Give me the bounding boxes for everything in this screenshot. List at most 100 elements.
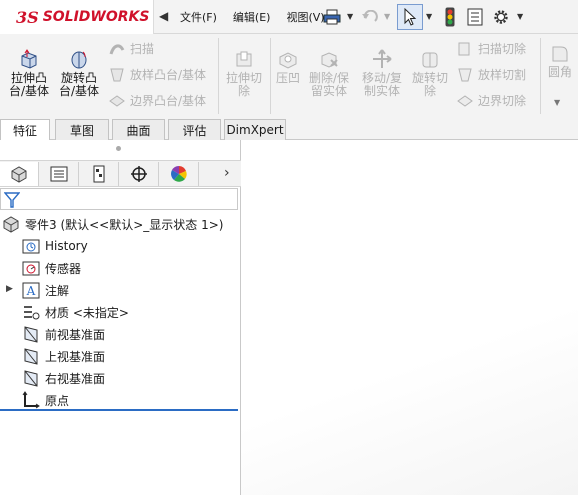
solidworks-logo[interactable]: 3S SOLIDWORKS xyxy=(0,0,154,34)
property-list-icon xyxy=(50,166,68,182)
extruded-cut-label: 拉伸切 除 xyxy=(225,71,262,98)
lofted-cut-button[interactable]: 放样切割 xyxy=(456,66,526,83)
color-wheel-icon xyxy=(171,165,187,182)
swept-cut-label: 扫描切除 xyxy=(478,42,527,56)
graphics-area[interactable] xyxy=(241,140,578,495)
loft-icon xyxy=(110,68,124,81)
select-button[interactable] xyxy=(397,4,423,30)
lofted-boss-label: 放样凸台/基体 xyxy=(130,68,207,82)
boundary-cut-label: 边界切除 xyxy=(478,94,527,108)
tab-property-manager[interactable] xyxy=(40,162,79,186)
crosshair-icon xyxy=(131,166,147,182)
print-button[interactable] xyxy=(321,5,343,29)
tree-item-label: 右视基准面 xyxy=(45,371,106,386)
swept-cut-button[interactable]: 扫描切除 xyxy=(456,40,526,57)
extruded-cut-button[interactable]: 拉伸切 除 xyxy=(222,48,266,98)
move-copy-body-button[interactable]: 移动/复 制实体 xyxy=(356,48,408,98)
swept-boss-label: 扫描 xyxy=(130,42,155,56)
tree-item-front-plane[interactable]: 前视基准面 xyxy=(22,324,105,344)
undo-icon xyxy=(362,10,378,22)
menu-pin-arrow-icon[interactable]: ◀ xyxy=(159,9,168,23)
file-properties-button[interactable] xyxy=(465,5,485,29)
ribbon-separator xyxy=(218,38,219,114)
boundary-cut-icon xyxy=(457,94,473,107)
more-tabs-chevron-icon[interactable]: › xyxy=(224,165,230,181)
boundary-boss-icon xyxy=(109,94,125,107)
command-manager: 拉伸凸 台/基体 旋转凸 台/基体 扫描 放样凸台/基体 边界凸台/基体 拉伸切… xyxy=(0,34,578,118)
revolved-cut-button[interactable]: 旋转切 除 xyxy=(408,48,452,98)
tab-dimxpert-manager[interactable] xyxy=(120,162,159,186)
tree-item-annotations[interactable]: A 注解 xyxy=(22,280,69,300)
swept-cut-icon xyxy=(458,42,470,55)
delete-body-icon xyxy=(321,52,338,68)
tree-filter-bar[interactable] xyxy=(0,188,238,210)
ribbon-separator xyxy=(270,38,271,114)
rollback-bar[interactable] xyxy=(0,409,238,411)
tree-item-label: 注解 xyxy=(45,283,70,298)
lofted-cut-icon xyxy=(458,68,472,81)
feature-manager-panel: › 零件3 (默认<<默认>_显示状态 1>) History 传感器 ▶ A … xyxy=(0,140,241,495)
tree-item-label: 前视基准面 xyxy=(45,327,106,342)
menu-bar: 文件(F) 编辑(E) 视图(V) xyxy=(180,0,325,34)
tab-configuration-manager[interactable] xyxy=(80,162,119,186)
tree-item-sensors[interactable]: 传感器 xyxy=(22,258,81,278)
tab-feature-manager[interactable] xyxy=(0,162,39,186)
tab-features[interactable]: 特征 xyxy=(0,119,50,141)
tab-sketch[interactable]: 草图 xyxy=(55,119,109,140)
ds-logo-mark: 3S xyxy=(16,7,39,27)
tree-item-origin[interactable]: 原点 xyxy=(22,390,69,410)
svg-text:A: A xyxy=(26,284,36,298)
options-dropdown-icon[interactable]: ▼ xyxy=(517,12,523,21)
move-copy-icon xyxy=(373,49,392,68)
gear-icon xyxy=(494,10,508,24)
lofted-boss-button[interactable]: 放样凸台/基体 xyxy=(108,66,206,83)
tree-item-label: 上视基准面 xyxy=(45,349,106,364)
extrude-boss-icon xyxy=(21,49,37,69)
delete-keep-body-button[interactable]: 删除/保 留实体 xyxy=(304,48,354,98)
extruded-boss-label: 拉伸凸 台/基体 xyxy=(8,71,50,98)
undo-dropdown-icon[interactable]: ▼ xyxy=(384,12,390,21)
undo-button[interactable] xyxy=(358,5,382,29)
file-properties-icon xyxy=(467,8,483,26)
extruded-boss-button[interactable]: 拉伸凸 台/基体 xyxy=(6,48,52,98)
rebuild-button[interactable] xyxy=(441,5,459,29)
boundary-cut-button[interactable]: 边界切除 xyxy=(456,92,526,109)
tree-item-material[interactable]: 材质 <未指定> xyxy=(22,302,129,322)
boundary-boss-button[interactable]: 边界凸台/基体 xyxy=(108,92,206,109)
tree-root-label: 零件3 (默认<<默认>_显示状态 1>) xyxy=(25,217,224,232)
fillet-button[interactable]: 圆角 xyxy=(543,42,577,79)
tree-item-right-plane[interactable]: 右视基准面 xyxy=(22,368,105,388)
menu-edit[interactable]: 编辑(E) xyxy=(233,9,271,25)
filter-funnel-icon[interactable] xyxy=(4,191,20,209)
tree-item-top-plane[interactable]: 上视基准面 xyxy=(22,346,105,366)
tab-evaluate[interactable]: 评估 xyxy=(168,119,221,140)
fillet-icon xyxy=(552,46,568,62)
manager-tabs: › xyxy=(0,160,241,187)
swept-boss-button[interactable]: 扫描 xyxy=(108,40,154,57)
print-dropdown-icon[interactable]: ▼ xyxy=(347,12,353,21)
panel-grip-icon[interactable] xyxy=(116,146,121,151)
tree-item-label: 原点 xyxy=(45,393,70,408)
revolved-boss-button[interactable]: 旋转凸 台/基体 xyxy=(56,48,102,98)
boundary-boss-label: 边界凸台/基体 xyxy=(130,94,207,108)
tab-surfaces[interactable]: 曲面 xyxy=(112,119,165,140)
indent-icon xyxy=(279,52,297,69)
menu-file[interactable]: 文件(F) xyxy=(180,9,217,25)
revolved-boss-label: 旋转凸 台/基体 xyxy=(58,71,100,98)
printer-icon xyxy=(323,9,341,25)
lofted-cut-label: 放样切割 xyxy=(478,68,527,82)
tab-display-manager[interactable] xyxy=(160,162,199,186)
fillet-dropdown-icon[interactable]: ▼ xyxy=(554,98,560,107)
plane-icon xyxy=(22,369,40,387)
indent-button[interactable]: 压凹 xyxy=(272,48,304,85)
indent-label: 压凹 xyxy=(275,71,300,85)
menu-view[interactable]: 视图(V) xyxy=(286,9,324,25)
tree-root-part[interactable]: 零件3 (默认<<默认>_显示状态 1>) xyxy=(2,214,223,234)
options-button[interactable] xyxy=(490,5,512,29)
select-dropdown-icon[interactable]: ▼ xyxy=(426,12,432,21)
revolve-boss-icon xyxy=(71,51,87,69)
ribbon-separator xyxy=(540,38,541,114)
tab-dimxpert[interactable]: DimXpert xyxy=(224,119,286,140)
tree-item-history[interactable]: History xyxy=(22,236,88,256)
expand-arrow-icon[interactable]: ▶ xyxy=(6,284,13,294)
